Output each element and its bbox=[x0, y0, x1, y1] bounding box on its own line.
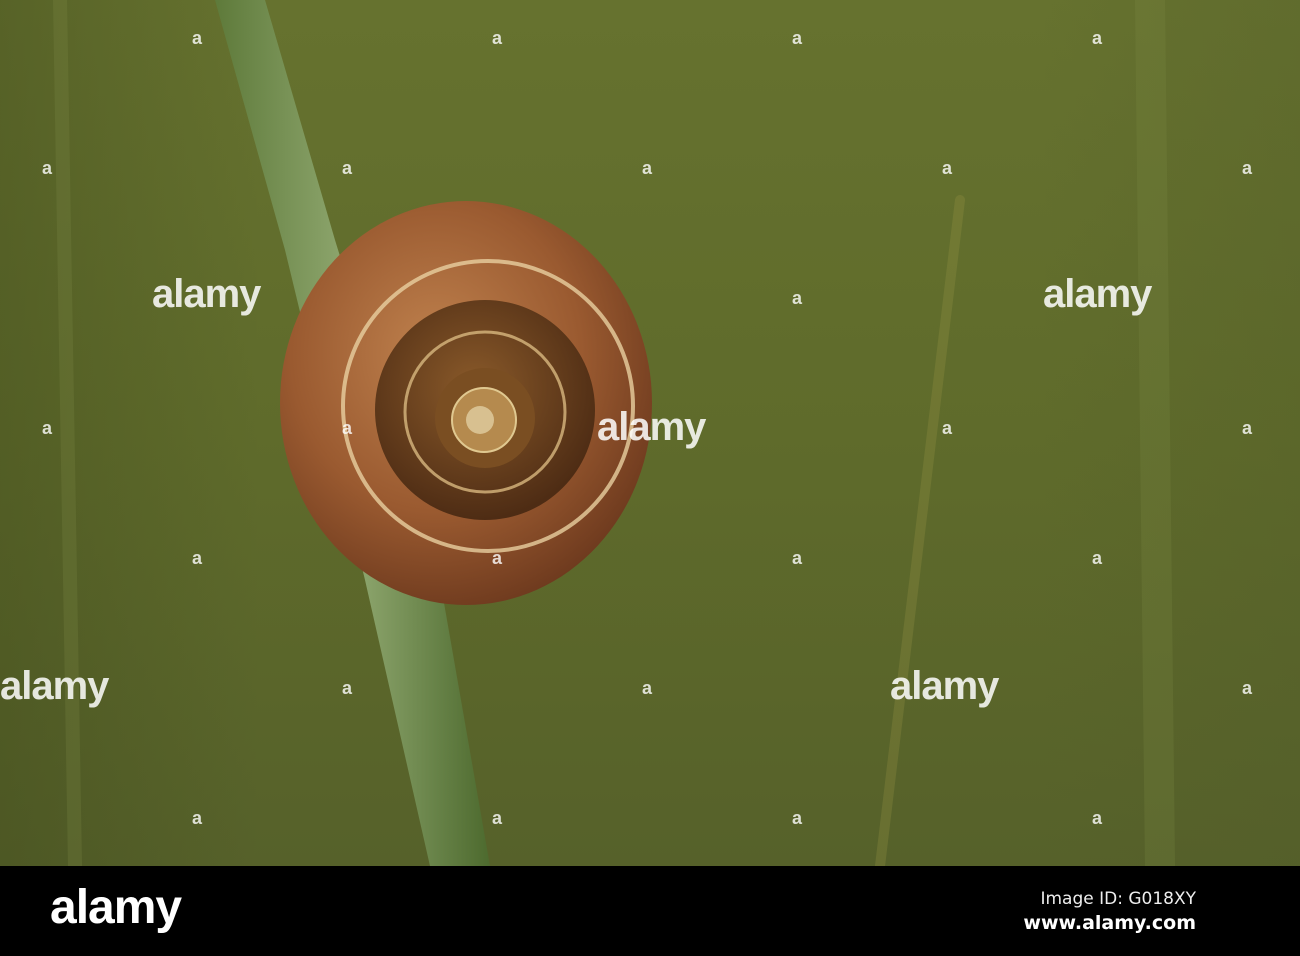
watermark-mark: a bbox=[492, 808, 503, 828]
watermark-mark: a bbox=[1092, 548, 1103, 568]
watermark-mark: a bbox=[342, 418, 353, 438]
alamy-logo: alamy bbox=[50, 881, 182, 934]
watermark-mark: a bbox=[792, 808, 803, 828]
watermark-mark: a bbox=[42, 418, 53, 438]
watermark-mark: a bbox=[1242, 418, 1253, 438]
watermark-mark: a bbox=[492, 28, 503, 48]
watermark-mark: a bbox=[342, 158, 353, 178]
footer-bar bbox=[0, 866, 1300, 956]
watermark-mark: a bbox=[1092, 808, 1103, 828]
watermark-logo: alamy bbox=[1043, 272, 1152, 316]
watermark-mark: a bbox=[642, 678, 653, 698]
watermark-mark: a bbox=[192, 28, 203, 48]
watermark-mark: a bbox=[942, 418, 953, 438]
watermark-mark: a bbox=[192, 808, 203, 828]
watermark-mark: a bbox=[792, 288, 803, 308]
watermark-mark: a bbox=[1092, 28, 1103, 48]
watermark-mark: a bbox=[642, 158, 653, 178]
watermark-logo: alamy bbox=[890, 664, 999, 708]
watermark-mark: a bbox=[1242, 158, 1253, 178]
image-id: Image ID: G018XY bbox=[1040, 889, 1196, 909]
watermark-logo: alamy bbox=[597, 405, 706, 449]
watermark-mark: a bbox=[792, 28, 803, 48]
snail-photo: alamy alamy alamy alamy alamy a a a a a … bbox=[0, 0, 1300, 866]
watermark-mark: a bbox=[192, 548, 203, 568]
watermark-mark: a bbox=[342, 678, 353, 698]
watermark-mark: a bbox=[492, 548, 503, 568]
watermark-mark: a bbox=[1242, 678, 1253, 698]
watermark-logo: alamy bbox=[152, 272, 261, 316]
watermark-mark: a bbox=[792, 548, 803, 568]
watermark-logo: alamy bbox=[0, 664, 109, 708]
watermark-mark: a bbox=[42, 158, 53, 178]
watermark-mark: a bbox=[942, 158, 953, 178]
site-url: www.alamy.com bbox=[1023, 912, 1196, 934]
